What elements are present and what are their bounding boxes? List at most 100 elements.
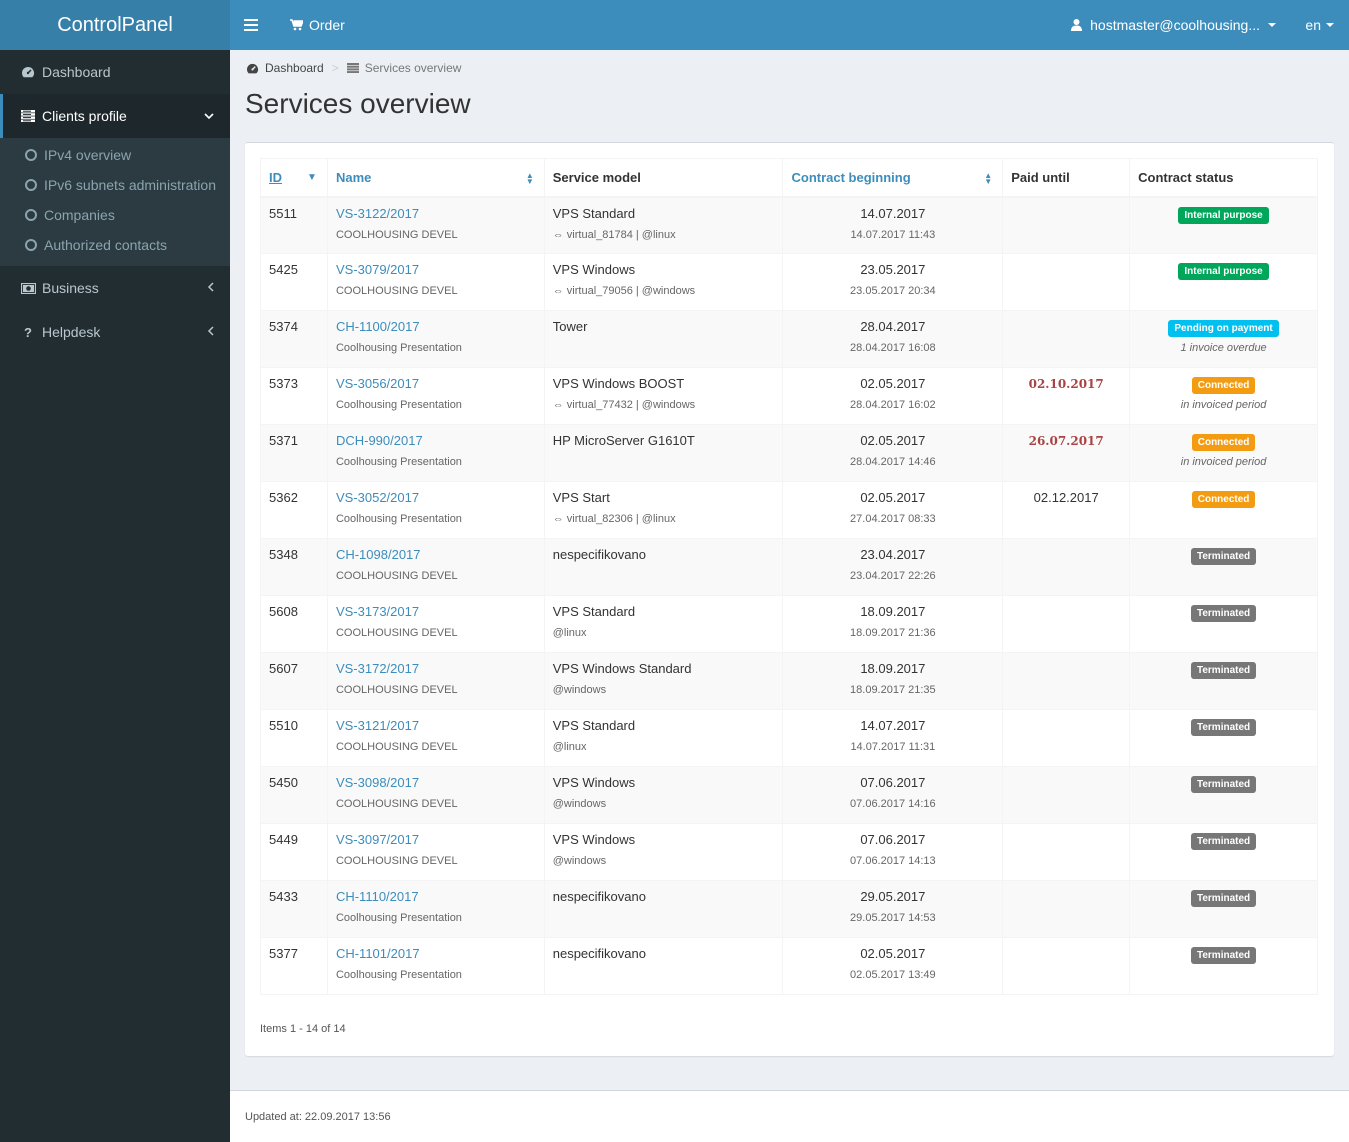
service-name-link[interactable]: CH-1100/2017 — [336, 319, 536, 334]
column-header-contract-beginning[interactable]: Contract beginning ▲ ▼ — [782, 158, 1004, 198]
user-icon — [1071, 19, 1083, 31]
cell-name: VS-3121/2017 COOLHOUSING DEVEL — [326, 709, 545, 767]
cell-contract-beginning: 14.07.2017 14.07.2017 11:31 — [782, 709, 1004, 767]
cell-id: 5374 — [260, 310, 328, 368]
service-model: VPS Standard — [552, 205, 636, 221]
language-menu[interactable]: en — [1305, 0, 1334, 50]
service-model: VPS Standard — [552, 604, 636, 619]
service-model: VPS Windows BOOST — [552, 376, 685, 391]
sidebar-subitem-companies[interactable]: Companies — [0, 200, 230, 230]
service-name-link[interactable]: CH-1110/2017 — [336, 889, 536, 904]
table-row: 5362 VS-3052/2017 Coolhousing Presentation… — [260, 481, 1318, 539]
cell-contract-status: Terminated — [1129, 538, 1318, 596]
list-icon — [346, 63, 359, 73]
service-id: 5433 — [269, 889, 298, 904]
page-title: Services overview — [245, 88, 471, 119]
app-logo[interactable]: ControlPanel — [0, 0, 230, 50]
cell-contract-status: Pending on payment 1 invoice overdue — [1129, 310, 1318, 368]
sidebar-toggle-icon[interactable] — [244, 16, 258, 34]
service-model: nespecifikovano — [552, 547, 646, 562]
user-menu[interactable]: hostmaster@coolhousing... — [1071, 0, 1276, 50]
service-name-link[interactable]: CH-1101/2017 — [336, 946, 536, 961]
status-badge: Terminated — [1190, 662, 1257, 679]
service-model-detail: @linux — [552, 627, 587, 639]
created-datetime: 02.05.2017 13:49 — [850, 969, 936, 981]
column-header-contract-status: Contract status — [1129, 158, 1318, 198]
cell-contract-status: Internal purpose — [1129, 253, 1318, 311]
created-datetime: 18.09.2017 21:35 — [850, 684, 936, 696]
service-id: 5449 — [269, 832, 298, 847]
sidebar-subitem-authorized-contacts[interactable]: Authorized contacts — [0, 230, 230, 260]
contract-begin-date: 28.04.2017 — [860, 319, 926, 334]
cell-contract-beginning: 02.05.2017 27.04.2017 08:33 — [782, 481, 1004, 539]
service-name-link[interactable]: VS-3122/2017 — [336, 206, 536, 221]
cell-service-model: VPS Windows ⇔ virtual_79056 | @windows — [543, 253, 784, 311]
service-name-link[interactable]: VS-3098/2017 — [336, 775, 536, 790]
cell-name: VS-3079/2017 COOLHOUSING DEVEL — [326, 253, 545, 311]
service-name-link[interactable]: VS-3079/2017 — [336, 262, 536, 277]
service-id: 5371 — [269, 433, 298, 448]
sidebar-subitem-ipv4-overview[interactable]: IPv4 overview — [0, 140, 230, 170]
sidebar-subitem-label: Authorized contacts — [44, 237, 167, 253]
footer: Updated at: 22.09.2017 13:56 — [230, 1090, 1349, 1142]
table-body: 5511 VS-3122/2017 COOLHOUSING DEVEL VPS Sta… — [260, 196, 1318, 995]
column-header-name[interactable]: Name ▲ ▼ — [326, 158, 545, 198]
cell-name: VS-3122/2017 COOLHOUSING DEVEL — [326, 196, 545, 254]
circle-icon — [25, 239, 37, 251]
column-header-id[interactable]: ID ▼ — [260, 158, 328, 198]
order-button[interactable]: Order — [290, 0, 345, 50]
dashboard-icon — [247, 63, 259, 73]
cell-name: CH-1098/2017 COOLHOUSING DEVEL — [326, 538, 545, 596]
cell-contract-status: Connected in invoiced period — [1129, 367, 1318, 425]
breadcrumb-home-link[interactable]: Dashboard — [265, 61, 324, 75]
column-label: Contract beginning — [791, 169, 911, 185]
created-datetime: 28.04.2017 16:02 — [850, 399, 936, 411]
contract-begin-date: 07.06.2017 — [860, 775, 926, 790]
cell-paid-until — [1002, 709, 1131, 767]
service-name-link[interactable]: VS-3121/2017 — [336, 718, 536, 733]
service-name-link[interactable]: VS-3172/2017 — [336, 661, 536, 676]
cell-paid-until: 02.10.2017 — [1002, 367, 1131, 425]
user-email: hostmaster@coolhousing... — [1090, 17, 1260, 33]
service-name-link[interactable]: CH-1098/2017 — [336, 547, 536, 562]
cell-name: VS-3097/2017 COOLHOUSING DEVEL — [326, 823, 545, 881]
cell-contract-beginning: 14.07.2017 14.07.2017 11:43 — [782, 196, 1004, 254]
sidebar-item-business[interactable]: Business — [0, 266, 230, 310]
company-name: COOLHOUSING DEVEL — [335, 741, 458, 753]
service-name-link[interactable]: VS-3097/2017 — [336, 832, 536, 847]
column-label: Service model — [552, 169, 641, 185]
sidebar-item-dashboard[interactable]: Dashboard — [0, 50, 230, 94]
service-model: Tower — [552, 319, 588, 334]
main-content: Dashboard > Services overview Services o… — [230, 50, 1349, 1090]
company-name: COOLHOUSING DEVEL — [335, 570, 458, 582]
status-badge: Connected — [1191, 434, 1256, 451]
updated-at: Updated at: 22.09.2017 13:56 — [245, 1111, 391, 1123]
status-note: 1 invoice overdue — [1180, 342, 1267, 354]
cell-service-model: nespecifikovano — [543, 538, 784, 596]
created-datetime: 07.06.2017 14:16 — [850, 798, 936, 810]
sidebar-item-label: Clients profile — [42, 108, 127, 124]
status-badge: Terminated — [1190, 890, 1257, 907]
sidebar-item-helpdesk[interactable]: ? Helpdesk — [0, 310, 230, 354]
cell-id: 5450 — [260, 766, 328, 824]
service-name-link[interactable]: VS-3056/2017 — [336, 376, 536, 391]
service-name-link[interactable]: VS-3052/2017 — [336, 490, 536, 505]
cell-contract-status: Terminated — [1129, 766, 1318, 824]
cell-contract-beginning: 28.04.2017 28.04.2017 16:08 — [782, 310, 1004, 368]
service-name-link[interactable]: VS-3173/2017 — [336, 604, 536, 619]
sidebar-subitem-ipv6-subnets[interactable]: IPv6 subnets administration — [0, 170, 230, 200]
contract-begin-date: 18.09.2017 — [860, 604, 926, 619]
service-name-link[interactable]: DCH-990/2017 — [336, 433, 536, 448]
created-datetime: 14.07.2017 11:31 — [850, 741, 936, 753]
table-row: 5425 VS-3079/2017 COOLHOUSING DEVEL VPS Win… — [260, 253, 1318, 311]
caret-down-icon — [1326, 23, 1334, 27]
service-id: 5510 — [269, 718, 298, 733]
cell-service-model: VPS Standard @linux — [543, 595, 784, 653]
sidebar-item-clients-profile[interactable]: Clients profile — [0, 94, 230, 138]
chevron-left-icon — [207, 281, 214, 295]
cell-contract-beginning: 02.05.2017 28.04.2017 16:02 — [782, 367, 1004, 425]
company-name: Coolhousing Presentation — [335, 399, 462, 411]
created-datetime: 18.09.2017 21:36 — [850, 627, 936, 639]
status-badge: Terminated — [1190, 776, 1257, 793]
status-badge: Pending on payment — [1168, 320, 1279, 337]
